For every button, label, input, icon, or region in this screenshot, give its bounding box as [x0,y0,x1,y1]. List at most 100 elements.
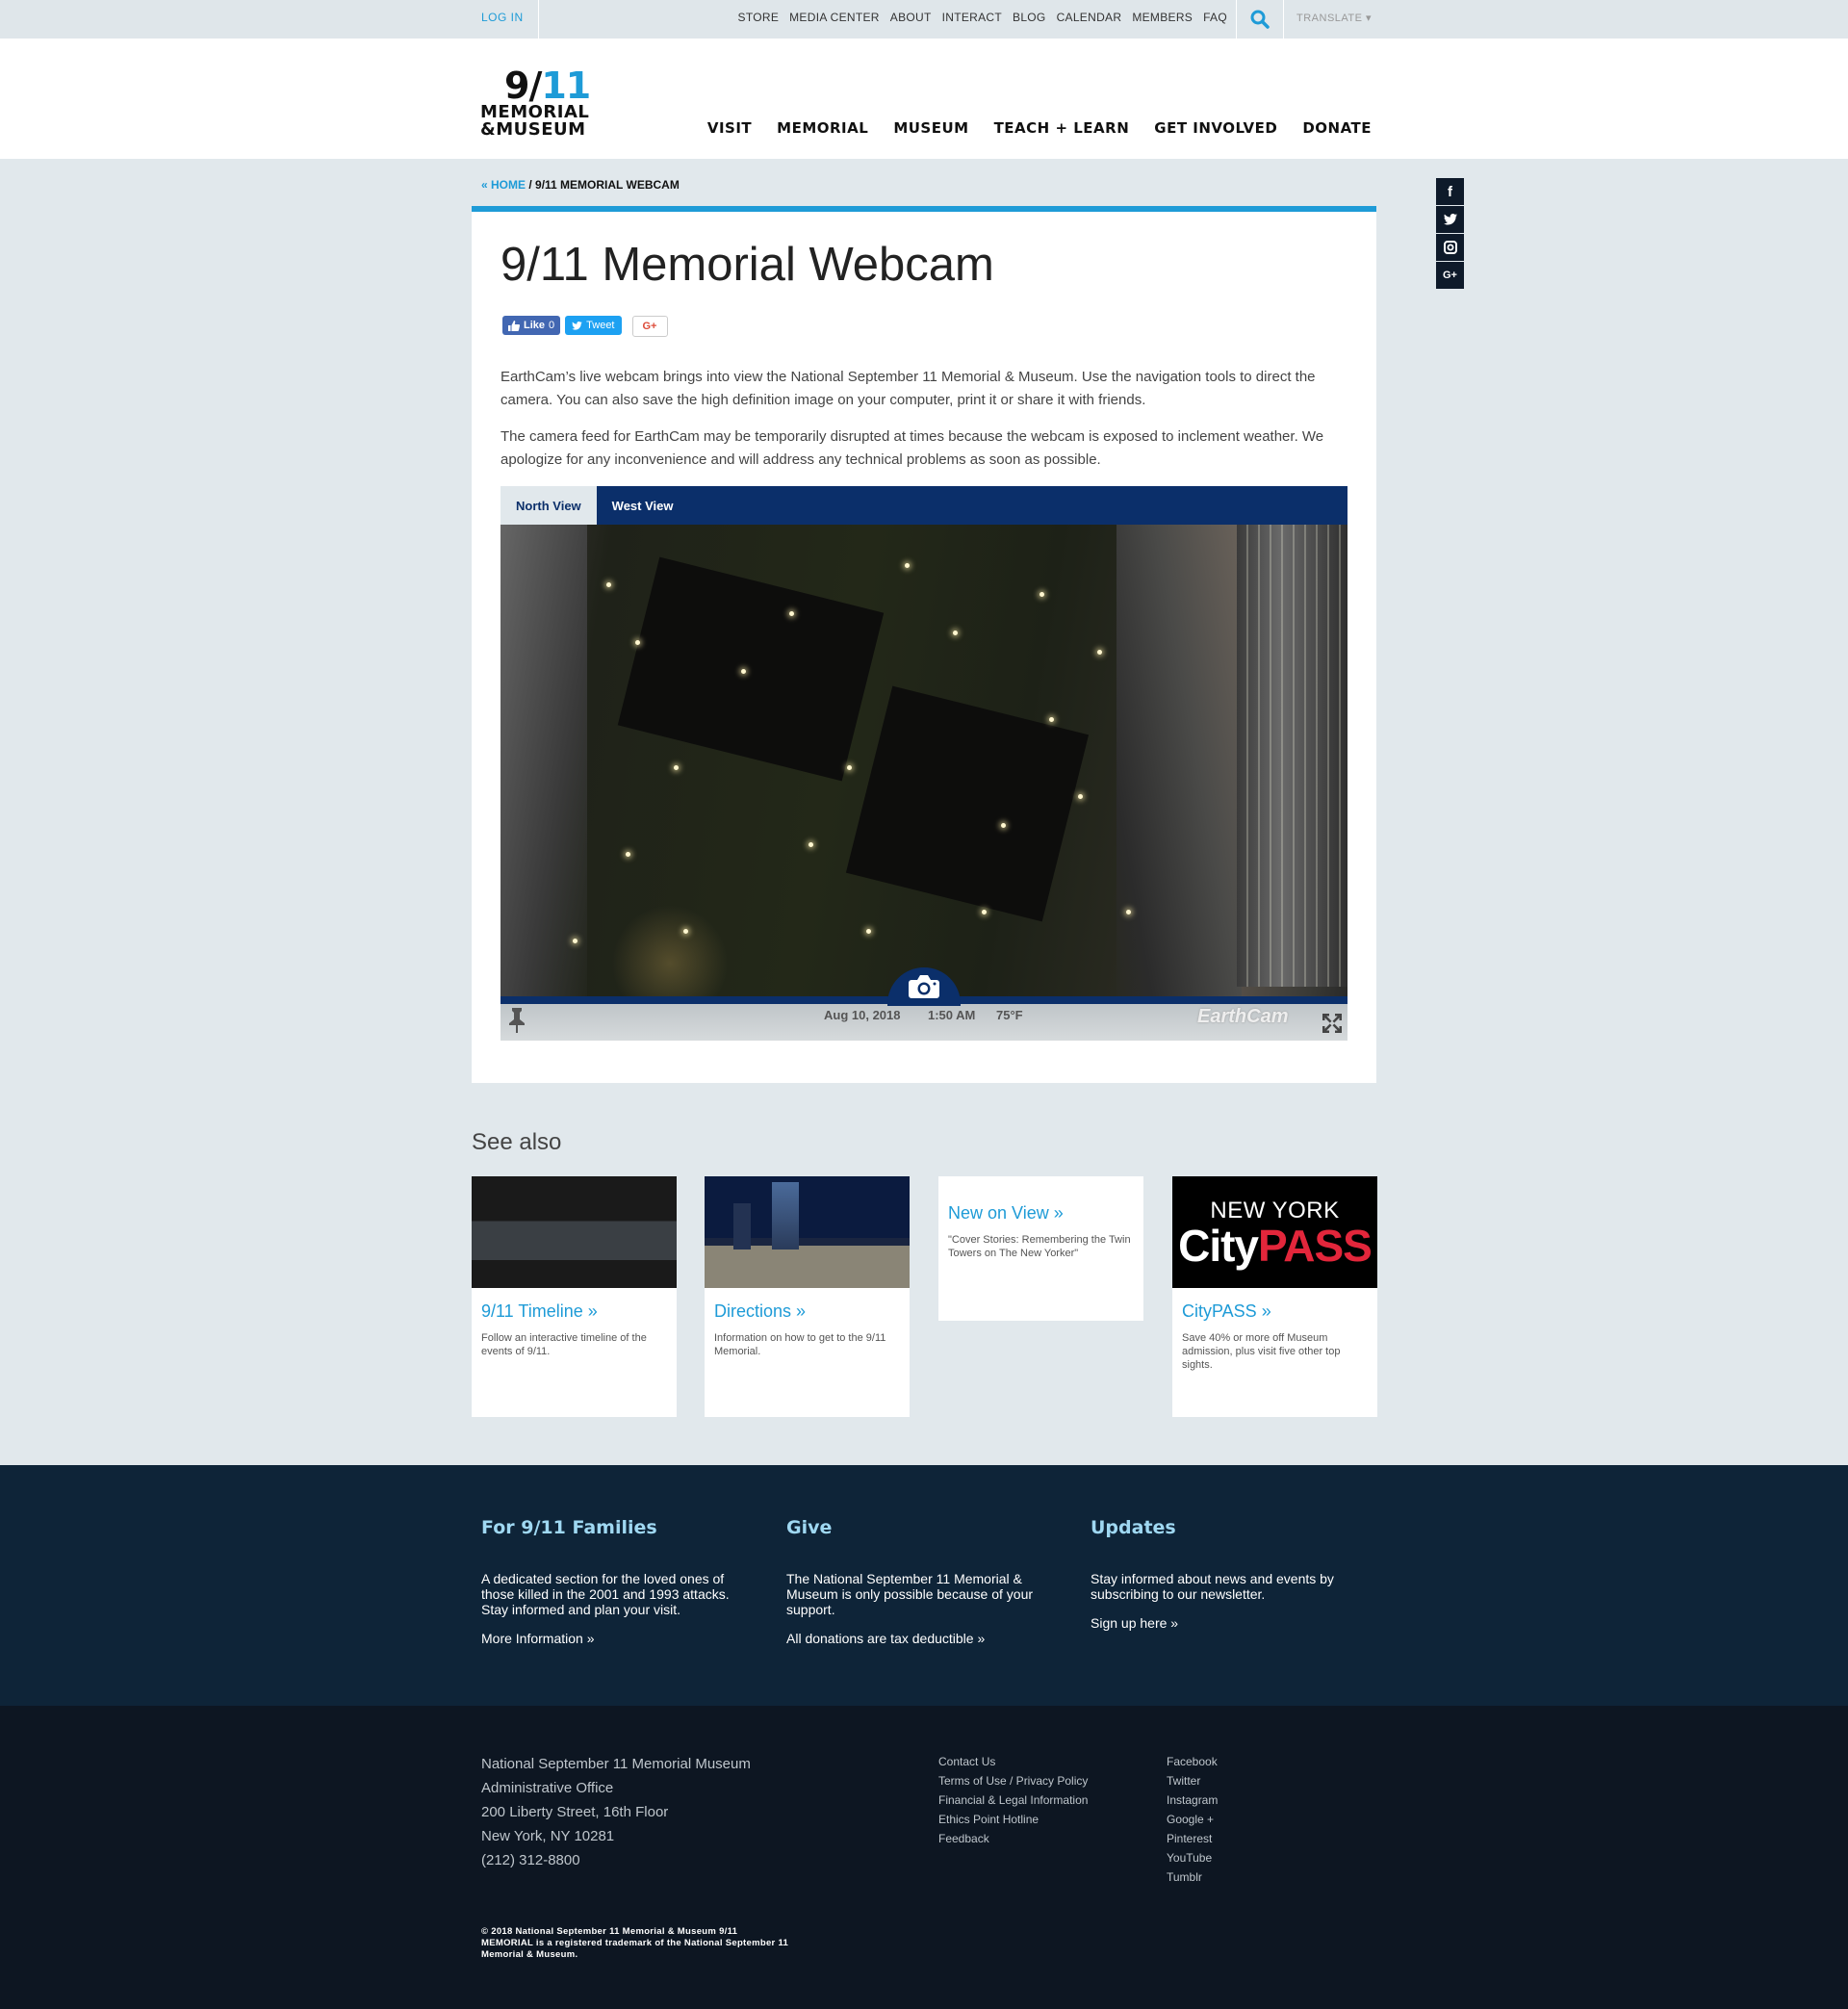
util-link-faq[interactable]: FAQ [1203,11,1227,24]
more-information-link[interactable]: More Information » [481,1631,741,1646]
nav-museum[interactable]: MUSEUM [893,119,968,137]
thumbs-up-icon [508,320,520,331]
twitter-icon[interactable] [1436,206,1464,233]
util-link-interact[interactable]: INTERACT [942,11,1002,24]
nav-visit[interactable]: VISIT [707,119,752,137]
facebook-like-button[interactable]: Like 0 [502,316,561,335]
footer-links: Contact Us Terms of Use / Privacy Policy… [938,1752,1088,1848]
address-line: Administrative Office [481,1780,614,1796]
sign-up-link[interactable]: Sign up here » [1091,1615,1350,1631]
social-link-googleplus[interactable]: Google + [1167,1810,1218,1829]
tab-west-view[interactable]: West View [597,486,689,525]
utility-bar: LOG IN STORE MEDIA CENTER ABOUT INTERACT… [0,0,1848,39]
nav-memorial[interactable]: MEMORIAL [777,119,868,137]
translate-dropdown[interactable]: TRANSLATE ▾ [1296,12,1372,24]
util-link-blog[interactable]: BLOG [1013,11,1046,24]
pin-icon[interactable] [506,1008,527,1040]
tile-timeline[interactable]: 9/11 Timeline » Follow an interactive ti… [472,1176,677,1417]
webcam-tabs: North View West View [500,486,1348,525]
googleplus-icon[interactable]: G+ [1436,262,1464,289]
financial-link[interactable]: Financial & Legal Information [938,1790,1088,1810]
logo-num-b: 11 [541,64,591,107]
util-link-about[interactable]: ABOUT [890,11,932,24]
lamp [789,611,794,616]
nav-get-involved[interactable]: GET INVOLVED [1154,119,1277,137]
snapshot-button[interactable] [887,967,961,1006]
webcam-temperature: 75°F [996,1008,1023,1022]
webcam-image[interactable]: Aug 10, 2018 1:50 AM 75°F EarthCam [500,525,1348,1041]
logo-num-a: 9/ [504,64,542,107]
social-link-pinterest[interactable]: Pinterest [1167,1829,1218,1848]
footer-social-links: Facebook Twitter Instagram Google + Pint… [1167,1752,1218,1887]
see-also-title: See also [472,1129,562,1155]
tile-title[interactable]: 9/11 Timeline » [472,1288,677,1322]
login-link[interactable]: LOG IN [481,11,524,24]
social-share-bar: f G+ [1436,178,1464,289]
tab-north-view[interactable]: North View [500,486,597,525]
lamp [606,582,611,587]
social-link-youtube[interactable]: YouTube [1167,1848,1218,1867]
tweet-button[interactable]: Tweet [565,316,622,335]
util-link-media-center[interactable]: MEDIA CENTER [789,11,880,24]
breadcrumb: « HOME / 9/11 MEMORIAL WEBCAM [481,178,680,192]
donations-link[interactable]: All donations are tax deductible » [786,1631,1046,1646]
footer-give-text: The National September 11 Memorial & Mus… [786,1571,1034,1617]
logo-line2: &MUSEUM [480,119,586,140]
tile-title[interactable]: CityPASS » [1172,1288,1377,1322]
citypass-logo-pass: PASS [1258,1221,1373,1271]
address-line: 200 Liberty Street, 16th Floor [481,1804,669,1820]
ethics-link[interactable]: Ethics Point Hotline [938,1810,1088,1829]
social-link-tumblr[interactable]: Tumblr [1167,1867,1218,1887]
content-card: 9/11 Memorial Webcam Like 0 Tweet G+ Ear… [472,206,1376,1083]
lamp [982,910,987,914]
feedback-link[interactable]: Feedback [938,1829,1088,1848]
lamp [1078,794,1083,799]
footer-families-text: A dedicated section for the loved ones o… [481,1571,730,1617]
address-block: National September 11 Memorial Museum Ad… [481,1752,751,1872]
phone-number[interactable]: (212) 312-8800 [481,1848,751,1872]
facebook-icon[interactable]: f [1436,178,1464,205]
footer-updates: Updates Stay informed about news and eve… [1091,1517,1350,1631]
terms-link[interactable]: Terms of Use / Privacy Policy [938,1771,1088,1790]
contact-link[interactable]: Contact Us [938,1752,1088,1771]
timeline-thumbnail [472,1176,677,1288]
util-link-members[interactable]: MEMBERS [1132,11,1193,24]
social-link-facebook[interactable]: Facebook [1167,1752,1218,1771]
lamp [1049,717,1054,722]
like-label: Like [524,320,546,331]
webcam-time: 1:50 AM [928,1008,976,1022]
util-link-store[interactable]: STORE [738,11,780,24]
webcam-controls: Aug 10, 2018 1:50 AM 75°F EarthCam [500,967,1348,1041]
twitter-icon [572,321,582,330]
lamp [905,563,910,568]
lamp [1040,592,1044,597]
nav-donate[interactable]: DONATE [1302,119,1372,137]
like-count: 0 [549,320,555,331]
nav-teach-learn[interactable]: TEACH + LEARN [994,119,1130,137]
tile-desc: Information on how to get to the 9/11 Me… [714,1332,886,1357]
page-title: 9/11 Memorial Webcam [500,239,994,291]
tile-title[interactable]: New on View » [938,1196,1143,1223]
social-link-twitter[interactable]: Twitter [1167,1771,1218,1790]
tweet-label: Tweet [586,320,615,331]
memorial-pool-north [617,556,885,782]
instagram-icon[interactable] [1436,234,1464,261]
building [1237,525,1348,987]
lamp [866,929,871,934]
site-logo[interactable]: 9/11 MEMORIAL &MUSEUM [480,67,596,139]
util-link-calendar[interactable]: CALENDAR [1057,11,1122,24]
googleplus-button[interactable]: G+ [631,316,668,337]
tile-directions[interactable]: Directions » Information on how to get t… [705,1176,910,1417]
disclaimer-paragraph: The camera feed for EarthCam may be temp… [500,428,1324,468]
search-button[interactable] [1236,0,1284,39]
directions-thumbnail [705,1176,910,1288]
social-link-instagram[interactable]: Instagram [1167,1790,1218,1810]
tile-new-on-view[interactable]: New on View » "Cover Stories: Rememberin… [938,1176,1143,1321]
footer-give: Give The National September 11 Memorial … [786,1517,1046,1646]
expand-icon[interactable] [1321,1012,1344,1041]
tile-citypass[interactable]: NEW YORK CityPASS CityPASS » Save 40% or… [1172,1176,1377,1417]
tile-title[interactable]: Directions » [705,1288,910,1322]
breadcrumb-home[interactable]: « HOME [481,178,526,192]
lamp [1001,823,1006,828]
broken-image-icon [938,1176,1143,1196]
